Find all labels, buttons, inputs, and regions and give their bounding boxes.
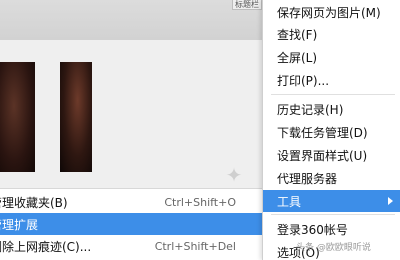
menu-item-label: 删除上网痕迹(C)... <box>0 239 92 254</box>
menu-item-interface-style[interactable]: 设置界面样式(U) <box>263 144 400 166</box>
menu-item-fullscreen[interactable]: 全屏(L) <box>263 46 400 68</box>
main-menu: 保存网页为图片(M) 查找(F) 全屏(L) 打印(P)... 历史记录(H) … <box>262 0 400 260</box>
tab-fragment[interactable]: 标题栏 <box>232 0 262 10</box>
dark-image-center <box>60 62 92 172</box>
dark-image-left <box>0 62 35 172</box>
menu-item-clear-history[interactable]: 删除上网痕迹(C)... Ctrl+Shift+Del <box>0 235 262 257</box>
toolbar-band <box>0 0 262 40</box>
menu-item-manage-extensions[interactable]: 管理扩展 <box>0 213 262 235</box>
menu-item-proxy-server[interactable]: 代理服务器 <box>263 167 400 189</box>
menu-item-label: 管理收藏夹(B) <box>0 195 68 210</box>
menu-item-history[interactable]: 历史记录(H) <box>263 98 400 120</box>
submenu-arrow-icon <box>388 197 393 205</box>
menu-item-download-manager[interactable]: 下载任务管理(D) <box>263 121 400 143</box>
logo-watermark-icon: ✦ <box>225 163 243 187</box>
menu-item-tools[interactable]: 工具 <box>263 190 400 212</box>
menu-item-label: 管理扩展 <box>0 217 39 232</box>
menu-item-find[interactable]: 查找(F) <box>263 23 400 45</box>
menu-item-shortcut: Ctrl+Shift+O <box>164 195 236 209</box>
tools-submenu: 管理收藏夹(B) Ctrl+Shift+O 管理扩展 删除上网痕迹(C)... … <box>0 188 262 260</box>
menu-item-print[interactable]: 打印(P)... <box>263 69 400 91</box>
menu-item-label: 工具 <box>277 194 302 209</box>
menu-separator <box>271 94 395 95</box>
menu-item-manage-favorites[interactable]: 管理收藏夹(B) Ctrl+Shift+O <box>0 191 262 213</box>
source-watermark: 头条 @欧欧眼听说 <box>296 243 371 253</box>
menu-item-save-page-as-image[interactable]: 保存网页为图片(M) <box>263 1 400 23</box>
menu-separator <box>271 214 395 215</box>
menu-item-login-360[interactable]: 登录360帐号 <box>263 218 400 240</box>
menu-item-shortcut: Ctrl+Shift+Del <box>154 239 236 253</box>
